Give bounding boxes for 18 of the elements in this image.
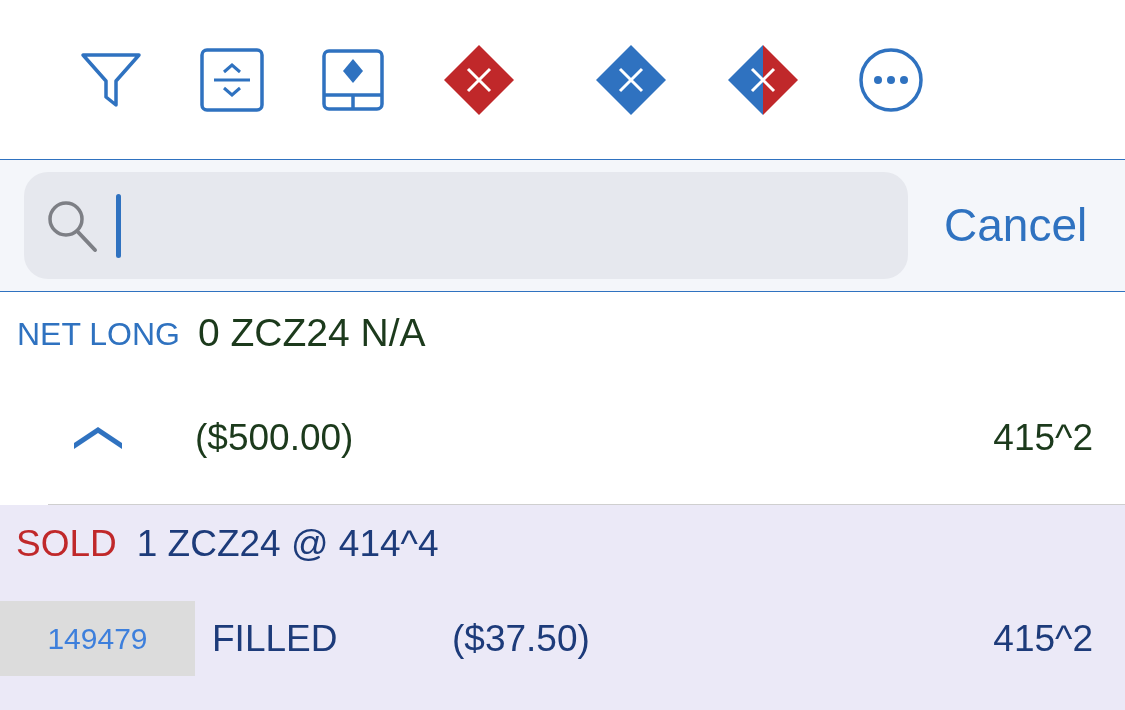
order-pnl: ($37.50) — [452, 616, 590, 661]
position-side: NET LONG — [17, 314, 180, 354]
order-id[interactable]: 149479 — [0, 601, 195, 676]
position-pnl: ($500.00) — [195, 416, 354, 461]
expand-collapse-icon[interactable] — [200, 47, 264, 112]
search-field[interactable] — [24, 172, 908, 279]
cancel-button[interactable]: Cancel — [944, 191, 1088, 260]
more-icon[interactable] — [858, 46, 924, 113]
chevron-up-icon[interactable] — [71, 425, 124, 451]
order-status: FILLED — [212, 616, 339, 661]
order-side: SOLD — [16, 521, 117, 566]
position-price: 415^2 — [993, 416, 1093, 461]
search-icon — [46, 198, 98, 253]
order-description: 1 ZCZ24 @ 414^4 — [136, 521, 439, 566]
order-price: 415^2 — [993, 616, 1093, 661]
position-summary: 0 ZCZ24 N/A — [198, 310, 426, 357]
filter-icon[interactable] — [80, 50, 142, 109]
text-cursor — [116, 193, 121, 258]
